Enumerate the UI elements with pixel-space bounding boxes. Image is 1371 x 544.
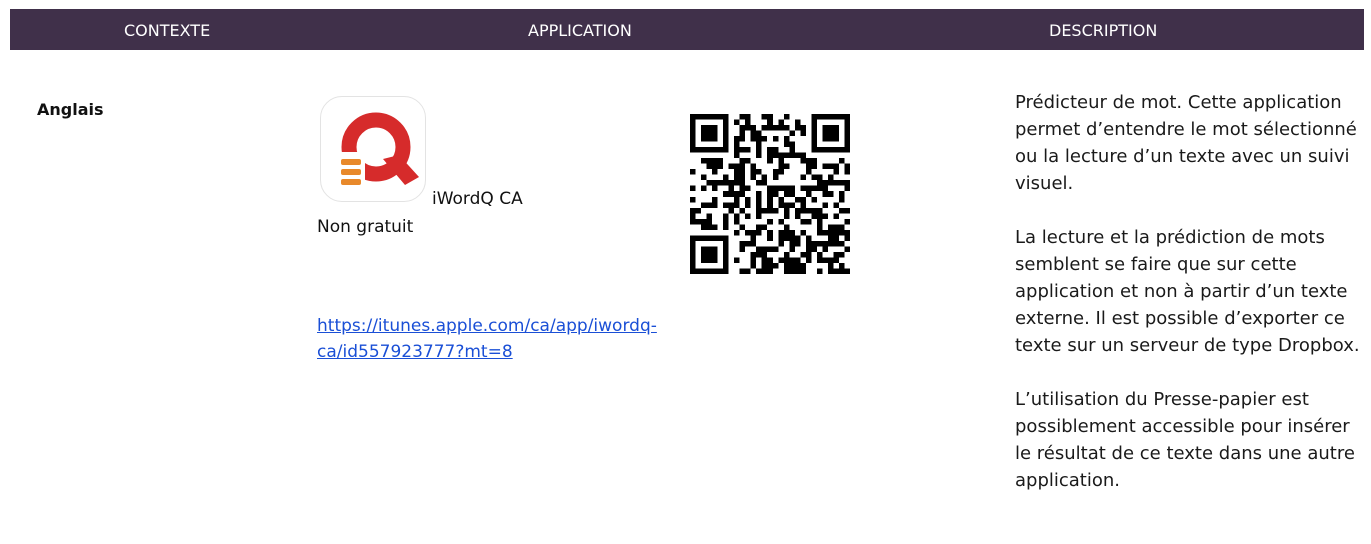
app-store-link-line1[interactable]: https://itunes.apple.com/ca/app/iwordq- — [317, 316, 657, 336]
description-paragraph-1: Prédicteur de mot. Cette application per… — [1015, 92, 1357, 194]
table-header: CONTEXTE APPLICATION DESCRIPTION — [10, 9, 1364, 50]
app-price: Non gratuit — [317, 217, 414, 237]
context-label: Anglais — [37, 100, 104, 119]
app-name: iWordQ CA — [432, 189, 523, 209]
qr-code-icon — [690, 114, 850, 274]
description-paragraph-2: La lecture et la prédiction de mots semb… — [1015, 227, 1360, 356]
header-application: APPLICATION — [528, 21, 632, 40]
header-contexte: CONTEXTE — [124, 21, 211, 40]
app-store-link-line2[interactable]: ca/id557923777?mt=8 — [317, 342, 513, 362]
app-description: Prédicteur de mot. Cette application per… — [1015, 89, 1363, 521]
app-store-link[interactable]: https://itunes.apple.com/ca/app/iwordq- … — [317, 313, 787, 365]
description-paragraph-3: L’utilisation du Presse-papier est possi… — [1015, 389, 1355, 491]
iwordq-app-icon[interactable] — [320, 96, 426, 202]
header-description: DESCRIPTION — [1049, 21, 1158, 40]
